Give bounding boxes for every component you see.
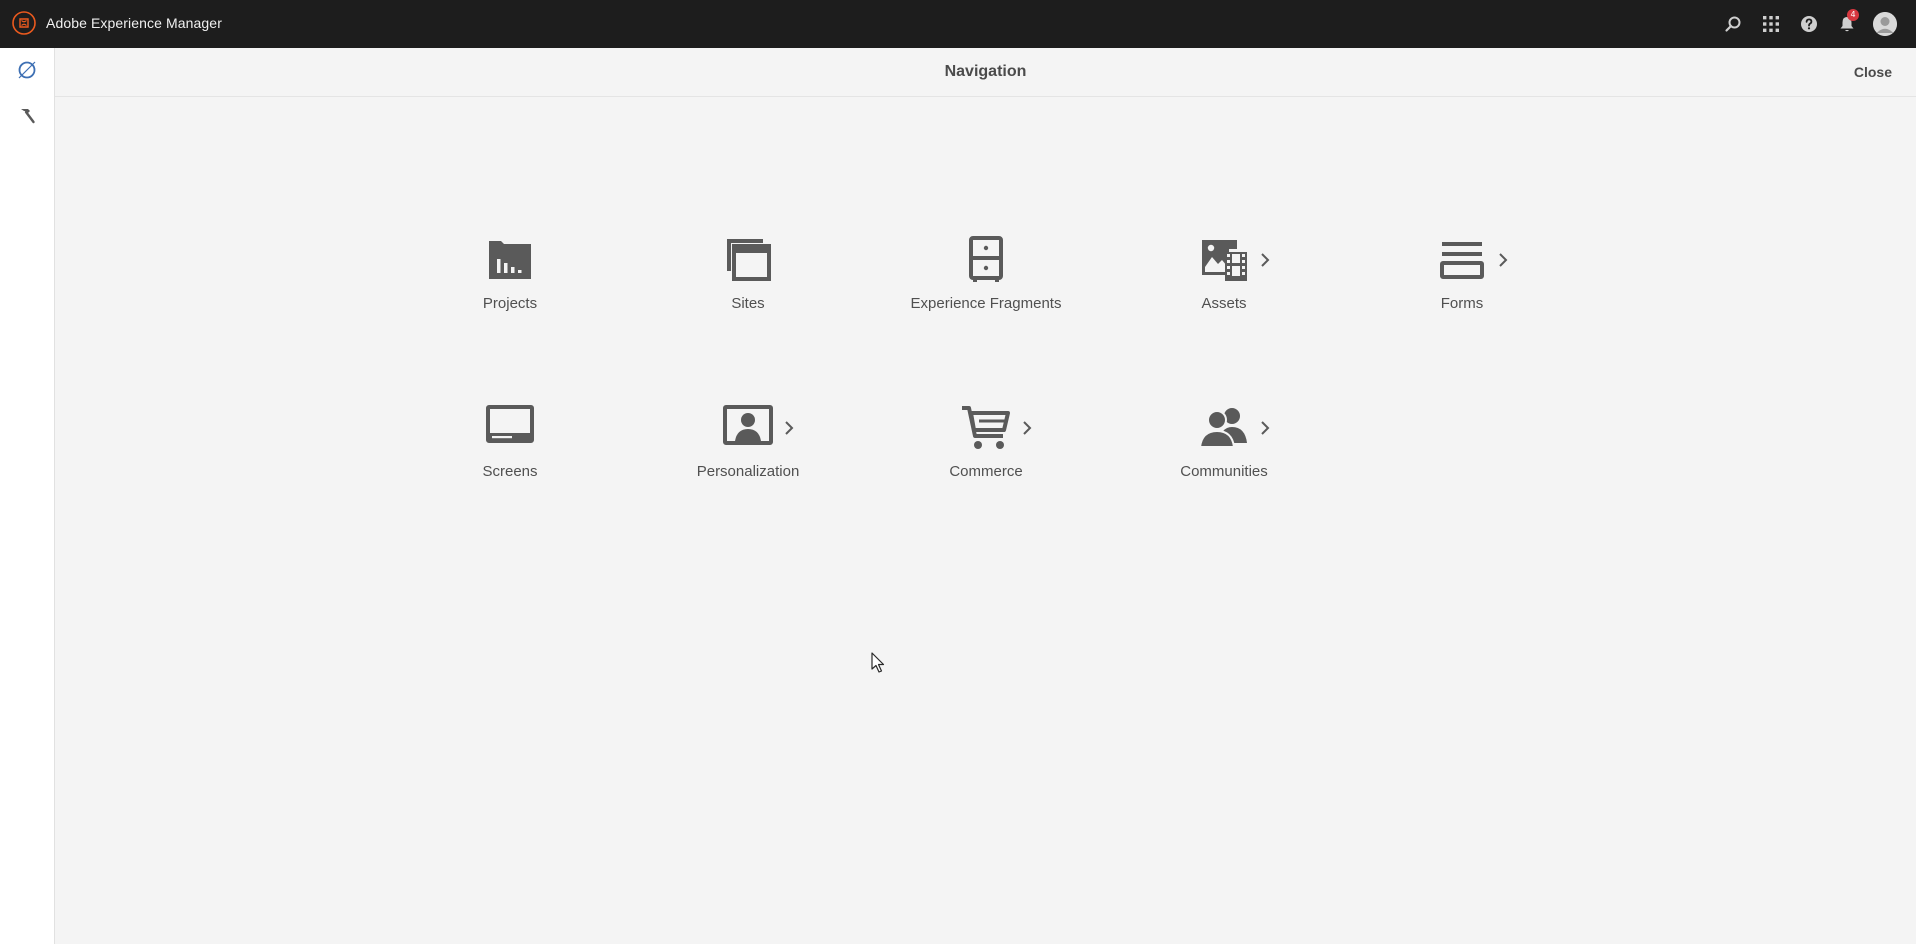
solutions-button[interactable] — [1752, 0, 1790, 48]
rail-navigation-button[interactable] — [0, 48, 54, 92]
nav-tile-personalization[interactable]: Personalization — [648, 403, 848, 513]
nav-tile-label: Forms — [1440, 295, 1484, 312]
left-rail — [0, 48, 55, 944]
navigation-tiles: Projects Sites Experience Fragments Asse… — [0, 0, 1916, 944]
profile-button[interactable] — [1866, 0, 1904, 48]
drawer-cabinet-icon — [961, 235, 1011, 285]
nav-tile-label: Screens — [482, 463, 538, 480]
nav-tile-label: Commerce — [949, 463, 1023, 480]
form-lines-icon — [1437, 235, 1487, 285]
shopping-cart-icon — [961, 403, 1011, 453]
nav-tile-label: Sites — [731, 295, 765, 312]
aem-logo-icon — [12, 11, 36, 35]
chevron-right-icon — [1022, 420, 1032, 436]
nav-tile-assets[interactable]: Assets — [1124, 235, 1324, 345]
rail-tools-button[interactable] — [0, 94, 54, 138]
nav-tile-experience-fragments[interactable]: Experience Fragments — [886, 235, 1086, 345]
compass-icon — [18, 61, 36, 79]
nav-tile-commerce[interactable]: Commerce — [886, 403, 1086, 513]
search-icon — [1725, 16, 1741, 32]
chevron-right-icon — [1260, 420, 1270, 436]
sites-windows-icon — [723, 235, 773, 285]
brand[interactable]: Adobe Experience Manager — [12, 11, 222, 35]
shell-actions: 4 — [1714, 0, 1904, 48]
chevron-right-icon — [784, 420, 794, 436]
hammer-icon — [21, 109, 35, 124]
nav-tile-label: Projects — [482, 295, 538, 312]
chevron-right-icon — [1260, 252, 1270, 268]
avatar — [1873, 12, 1897, 36]
nav-tile-screens[interactable]: Screens — [410, 403, 610, 513]
mouse-cursor-icon — [871, 652, 885, 673]
nav-tile-label: Communities — [1180, 463, 1268, 480]
nav-tile-sites[interactable]: Sites — [648, 235, 848, 345]
search-button[interactable] — [1714, 0, 1752, 48]
help-icon — [1801, 16, 1817, 32]
notifications-button[interactable]: 4 — [1828, 0, 1866, 48]
page-title: Navigation — [944, 63, 1027, 80]
nav-tile-label: Personalization — [696, 463, 800, 480]
nav-tile-forms[interactable]: Forms — [1362, 235, 1562, 345]
close-button[interactable]: Close — [1854, 48, 1892, 96]
help-button[interactable] — [1790, 0, 1828, 48]
chevron-right-icon — [1498, 252, 1508, 268]
notification-count-badge: 4 — [1847, 9, 1859, 21]
app-title: Adobe Experience Manager — [46, 15, 222, 31]
navigation-header: Navigation Close — [55, 48, 1916, 97]
grid-icon — [1763, 16, 1779, 32]
nav-tile-communities[interactable]: Communities — [1124, 403, 1324, 513]
monitor-icon — [485, 403, 535, 453]
nav-tile-projects[interactable]: Projects — [410, 235, 610, 345]
projects-folder-icon — [485, 235, 535, 285]
image-film-icon — [1199, 235, 1249, 285]
shell-header: Adobe Experience Manager 4 — [0, 0, 1916, 48]
nav-tile-label: Assets — [1201, 295, 1247, 312]
users-icon — [1199, 403, 1249, 453]
person-frame-icon — [723, 403, 773, 453]
nav-tile-label: Experience Fragments — [910, 295, 1062, 312]
